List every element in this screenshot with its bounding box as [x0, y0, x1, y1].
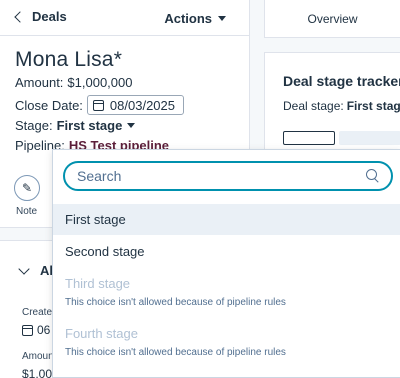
option-disabled-note: This choice isn't allowed because of pip… — [65, 347, 286, 358]
stage-label: Stage: — [15, 118, 53, 133]
back-label: Deals — [32, 9, 67, 24]
back-to-deals-link[interactable]: Deals — [14, 9, 67, 24]
search-input[interactable] — [77, 167, 357, 185]
tracker-title: Deal stage tracker — [283, 73, 400, 89]
note-button[interactable]: ✎ — [14, 175, 40, 201]
option-disabled-note: This choice isn't allowed because of pip… — [65, 297, 286, 308]
stage-option-fourth: Fourth stage This choice isn't allowed b… — [53, 318, 400, 364]
chevron-down-icon[interactable] — [18, 263, 30, 275]
caret-down-icon — [218, 16, 226, 21]
close-date-property: Close Date: 08/03/2025 — [15, 95, 184, 115]
created-value[interactable]: 06 — [22, 323, 50, 337]
close-date-value: 08/03/2025 — [109, 97, 175, 113]
search-icon — [366, 169, 377, 180]
stage-option-first[interactable]: First stage — [53, 204, 400, 235]
calendar-icon — [22, 324, 33, 336]
close-date-label: Close Date: — [15, 97, 83, 113]
tab-overview[interactable]: Overview — [265, 12, 400, 26]
tab-bar: Overview — [264, 0, 400, 38]
chevron-left-icon — [14, 11, 26, 23]
option-label: Second stage — [65, 244, 145, 259]
note-label: Note — [16, 206, 38, 217]
record-name[interactable]: Mona Lisa* — [15, 48, 122, 72]
amount-label: Amount: — [15, 75, 64, 90]
record-header: Deals Actions — [0, 0, 250, 36]
tracker-stage-label: Deal stage: — [283, 99, 344, 113]
option-label: Fourth stage — [65, 326, 138, 341]
amount-property: Amount: $1,000,000 — [15, 75, 133, 90]
stage-select[interactable]: First stage — [57, 118, 136, 133]
stage-option-third: Third stage This choice isn't allowed be… — [53, 268, 400, 314]
option-label: Third stage — [65, 276, 131, 291]
actions-label: Actions — [164, 11, 212, 26]
actions-menu-button[interactable]: Actions — [164, 11, 226, 26]
stage-property: Stage: First stage — [15, 118, 136, 133]
stage-progress-current — [283, 131, 335, 145]
amount-value[interactable]: $1,000,000 — [67, 75, 132, 90]
note-edit-icon: ✎ — [21, 181, 33, 195]
tracker-stage-value: First stag — [346, 99, 400, 113]
created-label: Create — [22, 307, 53, 318]
tracker-stage: Deal stage: First stag — [283, 99, 400, 113]
about-amount-label: Amoun — [22, 351, 54, 362]
close-date-input[interactable]: 08/03/2025 — [86, 95, 184, 115]
stage-value: First stage — [56, 118, 123, 133]
stage-progress-next — [339, 131, 400, 145]
calendar-icon — [92, 99, 104, 111]
search-field[interactable] — [63, 161, 393, 191]
created-date: 06 — [37, 323, 51, 337]
stage-dropdown: First stage Second stage Third stage Thi… — [52, 149, 400, 378]
caret-down-icon — [127, 123, 136, 128]
option-label: First stage — [65, 212, 126, 227]
stage-option-second[interactable]: Second stage — [53, 236, 400, 267]
